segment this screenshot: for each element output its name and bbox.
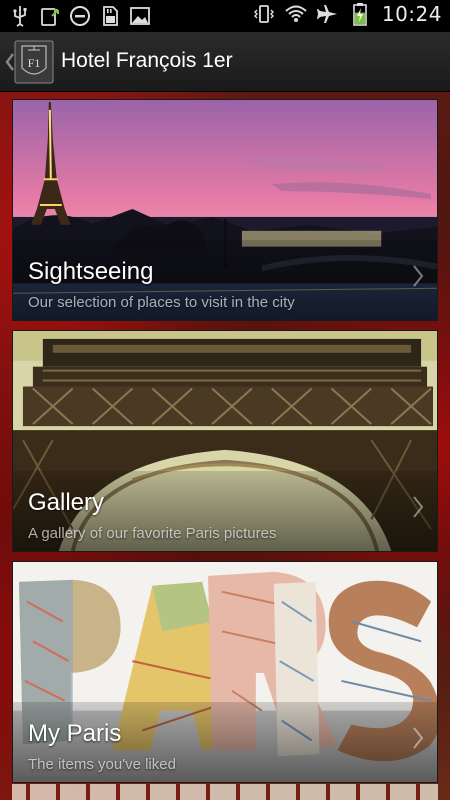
- sd-card-icon: [103, 6, 118, 26]
- image-icon: [130, 7, 150, 25]
- battery-charging-icon: [353, 3, 367, 26]
- menu-item-title: Sightseeing: [28, 258, 154, 285]
- menu-item-title: Gallery: [28, 489, 105, 516]
- chevron-right-icon: [413, 727, 424, 749]
- wifi-icon: [285, 5, 307, 22]
- usb-icon: [13, 6, 27, 27]
- do-not-disturb-icon: [70, 6, 90, 26]
- menu-item-sightseeing[interactable]: Sightseeing Our selection of places to v…: [12, 99, 438, 321]
- app-title: Hotel François 1er: [61, 49, 233, 72]
- system-icons: 10:24: [252, 2, 442, 26]
- vibrate-icon: [253, 5, 274, 23]
- menu-item-gallery[interactable]: Gallery A gallery of our favorite Paris …: [12, 330, 438, 552]
- download-icon: [41, 8, 59, 26]
- menu-item-title: My Paris: [28, 720, 122, 747]
- chevron-right-icon: [413, 265, 424, 287]
- notification-icons: [8, 4, 152, 28]
- menu-item-subtitle: The items you've liked: [28, 756, 176, 773]
- action-bar: F1 Hotel François 1er: [0, 32, 450, 92]
- svg-text:F1: F1: [28, 56, 41, 70]
- hotel-crest-icon[interactable]: F1: [14, 40, 54, 84]
- clock: 10:24: [381, 2, 442, 26]
- chevron-right-icon: [413, 496, 424, 518]
- status-bar: 10:24: [0, 0, 450, 32]
- partial-next-card: [12, 784, 438, 800]
- menu-item-my-paris[interactable]: My Paris The items you've liked: [12, 561, 438, 783]
- airplane-icon: [316, 5, 337, 23]
- menu-item-subtitle: A gallery of our favorite Paris pictures: [28, 525, 277, 542]
- menu-item-subtitle: Our selection of places to visit in the …: [28, 294, 295, 311]
